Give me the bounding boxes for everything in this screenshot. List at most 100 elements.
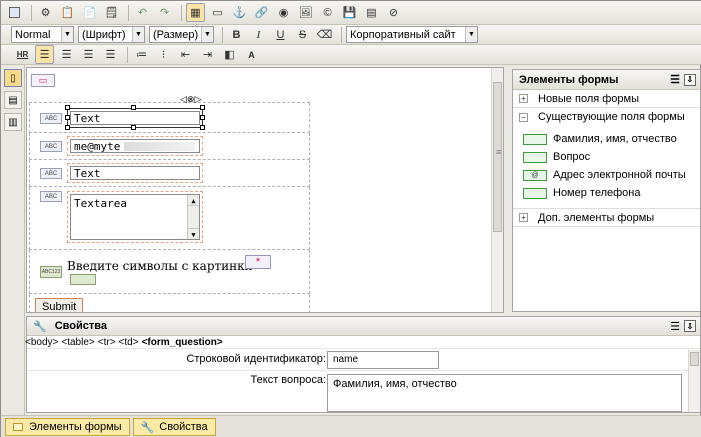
breadcrumb-item[interactable]: <table>: [61, 337, 94, 348]
editor-scrollbar[interactable]: [491, 68, 503, 312]
image-icon[interactable]: 🖼: [296, 3, 315, 22]
required-mark[interactable]: *: [245, 255, 271, 269]
email-placeholder-blur: [124, 141, 195, 151]
hr-button[interactable]: HR: [13, 45, 32, 64]
font-style-icon[interactable]: A: [242, 45, 261, 64]
resize-handle[interactable]: [131, 105, 136, 110]
list-item[interactable]: Номер телефона: [513, 184, 700, 202]
email-field-icon: @: [523, 169, 547, 181]
question-text-input[interactable]: Фамилия, имя, отчество: [327, 374, 682, 412]
section-extra-elements[interactable]: + Доп. элементы формы: [513, 209, 700, 227]
properties-title: Свойства: [54, 320, 107, 332]
css-class-select[interactable]: Корпоративный сайт ▼: [346, 26, 478, 43]
undo-icon[interactable]: ↶: [133, 3, 152, 22]
toolbar-divider: [222, 26, 223, 43]
unordered-list-icon[interactable]: ⁝: [154, 45, 173, 64]
scroll-up-icon[interactable]: ▲: [188, 195, 199, 206]
split-view-icon[interactable]: ▥: [4, 113, 22, 131]
save-icon[interactable]: 💾: [340, 3, 359, 22]
paste-icon[interactable]: 📋: [58, 3, 77, 22]
text-color-icon[interactable]: ◧: [220, 45, 239, 64]
resize-handle[interactable]: [200, 115, 205, 120]
list-item[interactable]: Фамилия, имя, отчество: [513, 130, 700, 148]
anchor-icon[interactable]: ⚓: [230, 3, 249, 22]
panel-dock-icon[interactable]: ⇩: [684, 320, 696, 332]
indent-icon[interactable]: ⇥: [198, 45, 217, 64]
source-mode-icon[interactable]: ▭: [208, 3, 227, 22]
list-item[interactable]: @ Адрес электронной почты: [513, 166, 700, 184]
redo-icon[interactable]: ↷: [155, 3, 174, 22]
paste-text-icon[interactable]: 🗒: [102, 3, 121, 22]
expand-icon[interactable]: +: [519, 213, 528, 222]
breadcrumb-current[interactable]: <form_question>: [142, 337, 223, 348]
question-field[interactable]: Textarea ▲ ▼: [67, 191, 203, 243]
scroll-thumb[interactable]: [690, 352, 699, 366]
resize-handle[interactable]: [65, 115, 70, 120]
breadcrumb-item[interactable]: <tr>: [98, 337, 116, 348]
template-icon[interactable]: ▤: [362, 3, 381, 22]
tab-form-elements[interactable]: Элементы формы: [5, 418, 130, 436]
collapse-icon[interactable]: −: [519, 112, 528, 122]
select-all-icon[interactable]: [5, 3, 24, 22]
settings-icon[interactable]: ⚙: [36, 3, 55, 22]
string-id-input[interactable]: name: [327, 351, 439, 369]
email-input[interactable]: me@myte: [70, 139, 200, 153]
question-textarea[interactable]: Textarea ▲ ▼: [70, 194, 200, 240]
section-new-fields[interactable]: + Новые поля формы: [513, 90, 700, 108]
ordered-list-icon[interactable]: ≔: [132, 45, 151, 64]
underline-button[interactable]: U: [271, 25, 290, 44]
email-field[interactable]: me@myte: [67, 136, 203, 156]
flash-icon[interactable]: ◉: [274, 3, 293, 22]
expand-icon[interactable]: +: [519, 94, 528, 103]
bold-button[interactable]: B: [227, 25, 246, 44]
textarea-scrollbar[interactable]: ▲ ▼: [187, 195, 199, 239]
spellcheck-icon[interactable]: ⊘: [384, 3, 403, 22]
link-icon[interactable]: 🔗: [252, 3, 271, 22]
phone-field[interactable]: Text: [67, 163, 203, 183]
list-item-label: Номер телефона: [553, 187, 641, 199]
size-select[interactable]: (Размер) ▼: [149, 26, 214, 43]
font-select[interactable]: (Шрифт) ▼: [78, 26, 145, 43]
resize-handle[interactable]: [131, 125, 136, 130]
vertical-splitter[interactable]: ≡: [496, 67, 511, 313]
code-view-icon[interactable]: ▤: [4, 91, 22, 109]
outdent-icon[interactable]: ⇤: [176, 45, 195, 64]
drag-handle-icon[interactable]: ◁⊗▷: [180, 94, 201, 105]
italic-button[interactable]: I: [249, 25, 268, 44]
submit-button[interactable]: Submit: [35, 298, 84, 312]
paste-word-icon[interactable]: 📄: [80, 3, 99, 22]
resize-handle[interactable]: [200, 125, 205, 130]
panel-menu-icon[interactable]: ☰: [670, 73, 680, 86]
align-justify-icon[interactable]: ☰: [101, 45, 120, 64]
resize-handle[interactable]: [65, 125, 70, 130]
strikethrough-button[interactable]: S: [293, 25, 312, 44]
eraser-icon[interactable]: ⌫: [315, 25, 334, 44]
resize-handle[interactable]: [65, 105, 70, 110]
panel-dock-icon[interactable]: ⇩: [684, 73, 696, 86]
scroll-down-icon[interactable]: ▼: [188, 228, 199, 239]
section-existing-fields[interactable]: − Существующие поля формы: [513, 108, 700, 126]
align-right-icon[interactable]: ☰: [79, 45, 98, 64]
breadcrumb-item[interactable]: <td>: [119, 337, 139, 348]
special-char-icon[interactable]: ©: [318, 3, 337, 22]
list-item[interactable]: Вопрос: [513, 148, 700, 166]
tab-properties[interactable]: 🔧 Свойства: [132, 418, 216, 436]
css-class-value: Корпоративный сайт: [350, 28, 456, 41]
design-canvas[interactable]: ▭ ABC Text ◁⊗▷ ABC me@myte ABC Text ABC …: [26, 67, 504, 313]
phone-input[interactable]: Text: [70, 166, 200, 180]
chevron-down-icon: ▼: [132, 27, 144, 42]
style-select-value: Normal: [15, 28, 51, 41]
show-borders-icon[interactable]: ▦: [186, 3, 205, 22]
breadcrumb-item[interactable]: <body>: [25, 337, 58, 348]
form-icon[interactable]: ▭: [31, 74, 55, 87]
design-view-icon[interactable]: ▯: [4, 69, 22, 87]
align-center-icon[interactable]: ☰: [57, 45, 76, 64]
scroll-thumb[interactable]: [493, 82, 502, 232]
resize-handle[interactable]: [200, 105, 205, 110]
panel-menu-icon[interactable]: ☰: [670, 320, 680, 333]
properties-scrollbar[interactable]: [688, 350, 700, 412]
style-select[interactable]: Normal ▼: [11, 26, 74, 43]
align-left-icon[interactable]: ☰: [35, 45, 54, 64]
name-input[interactable]: Text: [70, 111, 200, 125]
text-field-icon: [523, 151, 547, 163]
